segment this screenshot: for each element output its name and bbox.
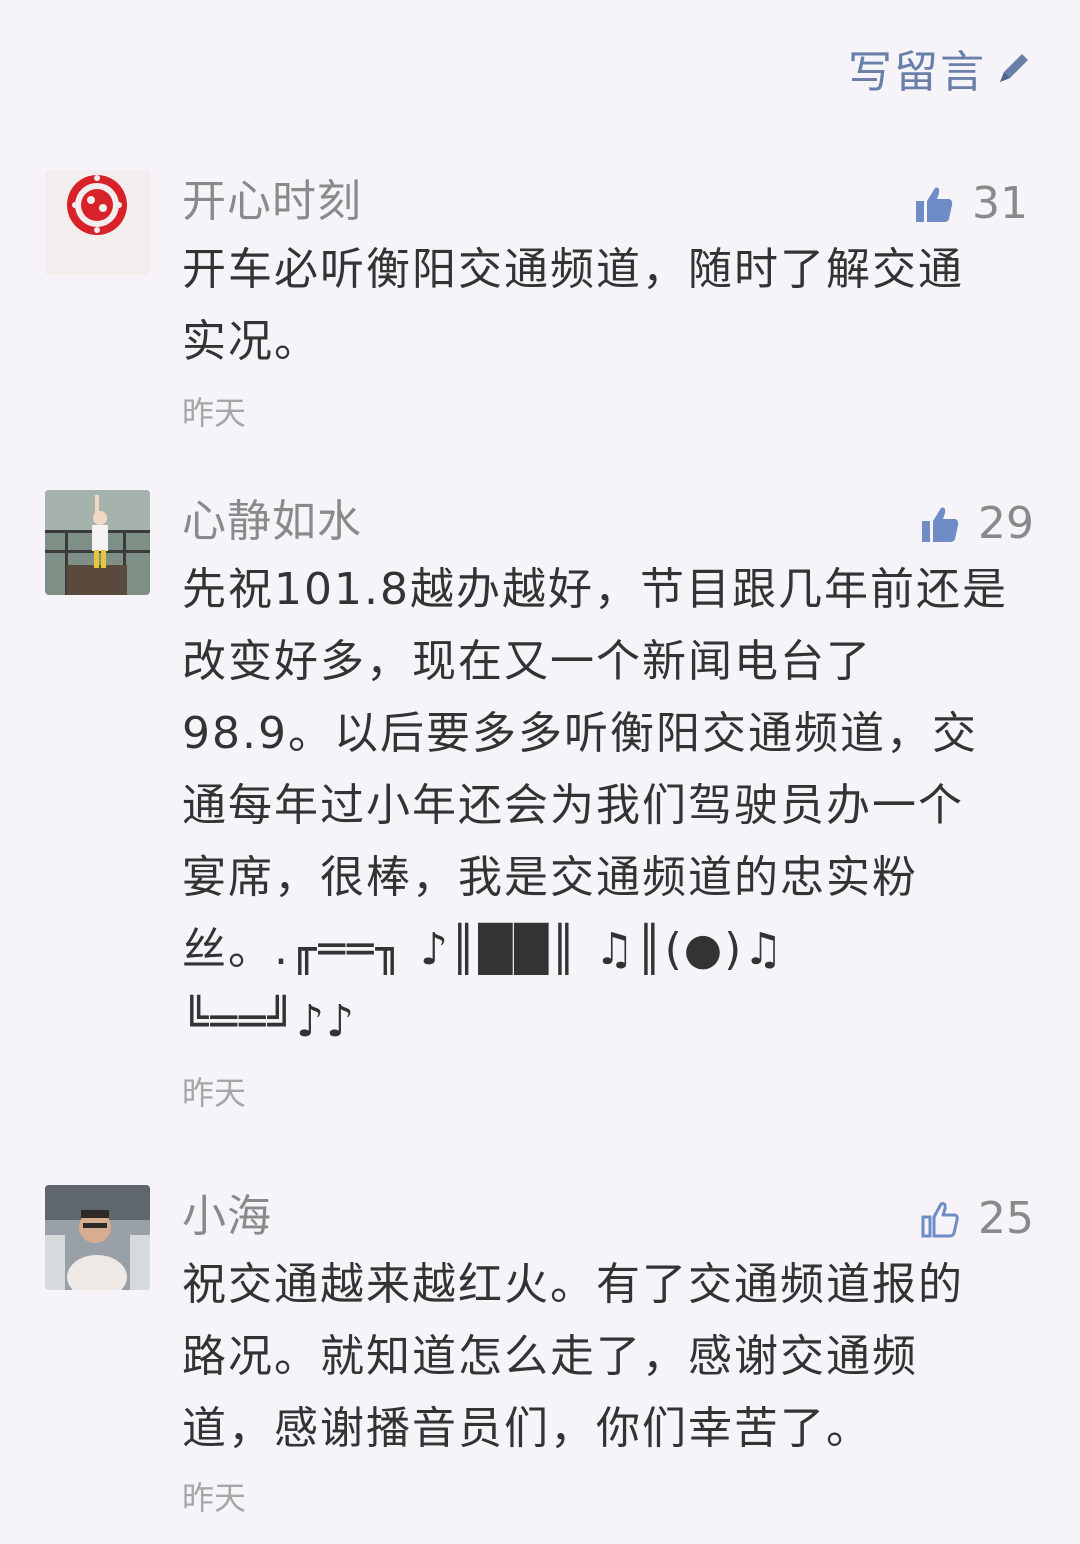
write-comment-button[interactable]: 写留言 bbox=[848, 36, 1034, 100]
like-button[interactable]: 25 bbox=[920, 1191, 1034, 1247]
like-count: 31 bbox=[972, 178, 1028, 229]
like-button[interactable]: 31 bbox=[914, 176, 1028, 232]
thumbs-up-outline-icon bbox=[921, 1202, 959, 1238]
pencil-icon bbox=[1000, 54, 1028, 82]
avatar[interactable] bbox=[45, 1185, 150, 1290]
like-button[interactable]: 29 bbox=[920, 496, 1034, 552]
like-count: 25 bbox=[978, 1193, 1034, 1244]
write-comment-label: 写留言 bbox=[848, 47, 986, 98]
avatar[interactable] bbox=[45, 170, 150, 275]
comment-content: 开车必听衡阳交通频道，随时了解交通 实况。 bbox=[182, 244, 964, 367]
comments-page: 写留言 开心时刻 31 开车必听衡阳交通频道，随时了解交通 实况。 昨天 心静如… bbox=[0, 0, 1080, 1544]
thumbs-up-icon bbox=[922, 507, 959, 542]
comment-nickname: 心静如水 bbox=[182, 496, 362, 547]
like-count: 29 bbox=[978, 498, 1034, 549]
comment-nickname: 小海 bbox=[182, 1191, 272, 1242]
comment-time: 昨天 bbox=[182, 1479, 247, 1517]
comment-content: 祝交通越来越红火。有了交通频道报的 路况。就知道怎么走了，感谢交通频 道，感谢播… bbox=[182, 1259, 964, 1454]
comment-time: 昨天 bbox=[182, 1074, 247, 1112]
comment-content: 先祝101.8越办越好，节目跟几年前还是 改变好多，现在又一个新闻电台了 98.… bbox=[182, 564, 1008, 1047]
comment-nickname: 开心时刻 bbox=[182, 176, 362, 227]
thumbs-up-icon bbox=[916, 187, 953, 222]
comment-time: 昨天 bbox=[182, 394, 247, 432]
avatar[interactable] bbox=[45, 490, 150, 595]
